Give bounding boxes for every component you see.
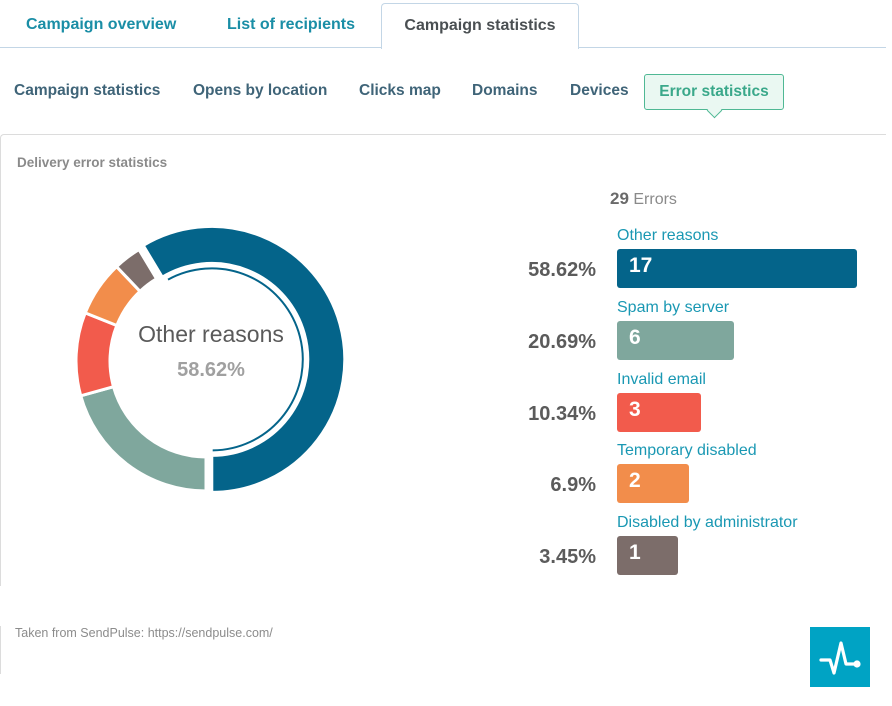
donut-center-label: Other reasons xyxy=(138,321,284,347)
error-percent-label: 3.45% xyxy=(539,546,596,568)
donut-chart: Other reasons 58.62% xyxy=(73,211,349,511)
subtab-campaign-statistics[interactable]: Campaign statistics xyxy=(14,76,160,108)
subtab-clicks-map[interactable]: Clicks map xyxy=(359,76,441,108)
donut-slice[interactable] xyxy=(78,384,208,493)
total-errors-count: 29 xyxy=(610,189,629,208)
error-count-label: 2 xyxy=(629,469,641,492)
error-category-label: Spam by server xyxy=(617,299,730,316)
error-row: Invalid email 10.34% 3 xyxy=(501,371,881,441)
error-statistics-card: Delivery error statistics Other reasons … xyxy=(0,134,886,586)
donut-center-value: 58.62% xyxy=(177,359,245,381)
subtab-devices[interactable]: Devices xyxy=(570,76,629,108)
error-bar[interactable]: 1 xyxy=(617,536,678,575)
subtab-domains[interactable]: Domains xyxy=(472,76,537,108)
source-caption: Taken from SendPulse: https://sendpulse.… xyxy=(15,626,273,640)
error-count-label: 17 xyxy=(629,254,653,277)
error-count-label: 6 xyxy=(629,326,641,349)
error-row: Other reasons 58.62% 17 xyxy=(501,227,881,297)
error-percent-label: 20.69% xyxy=(528,331,596,353)
tab-list-of-recipients[interactable]: List of recipients xyxy=(227,3,355,48)
error-category-label: Temporary disabled xyxy=(617,442,757,459)
pulse-icon xyxy=(819,641,861,675)
error-row: Disabled by administrator 3.45% 1 xyxy=(501,514,881,584)
subtab-opens-by-location[interactable]: Opens by location xyxy=(193,76,327,108)
footer-divider xyxy=(0,626,1,674)
error-category-label: Disabled by administrator xyxy=(617,514,798,531)
error-bar[interactable]: 2 xyxy=(617,464,689,503)
error-bar[interactable]: 6 xyxy=(617,321,734,360)
error-percent-label: 10.34% xyxy=(528,403,596,425)
tab-campaign-statistics[interactable]: Campaign statistics xyxy=(381,3,579,49)
subtab-error-statistics[interactable]: Error statistics xyxy=(644,74,784,110)
top-tab-bar: Campaign overview List of recipients Cam… xyxy=(0,0,886,49)
error-bar[interactable]: 3 xyxy=(617,393,701,432)
error-percent-label: 58.62% xyxy=(528,259,596,281)
error-category-label: Invalid email xyxy=(617,371,706,388)
error-category-label: Other reasons xyxy=(617,227,719,244)
error-percent-label: 6.9% xyxy=(550,474,596,496)
error-row: Temporary disabled 6.9% 2 xyxy=(501,442,881,512)
error-row: Spam by server 20.69% 6 xyxy=(501,299,881,369)
total-errors-label: Errors xyxy=(633,191,677,208)
sendpulse-logo[interactable] xyxy=(810,627,870,687)
total-errors: 29 Errors xyxy=(610,189,677,209)
error-bar[interactable]: 17 xyxy=(617,249,857,288)
error-count-label: 1 xyxy=(629,541,641,564)
tab-campaign-overview[interactable]: Campaign overview xyxy=(26,3,176,48)
card-title: Delivery error statistics xyxy=(17,155,168,170)
error-count-label: 3 xyxy=(629,398,641,421)
